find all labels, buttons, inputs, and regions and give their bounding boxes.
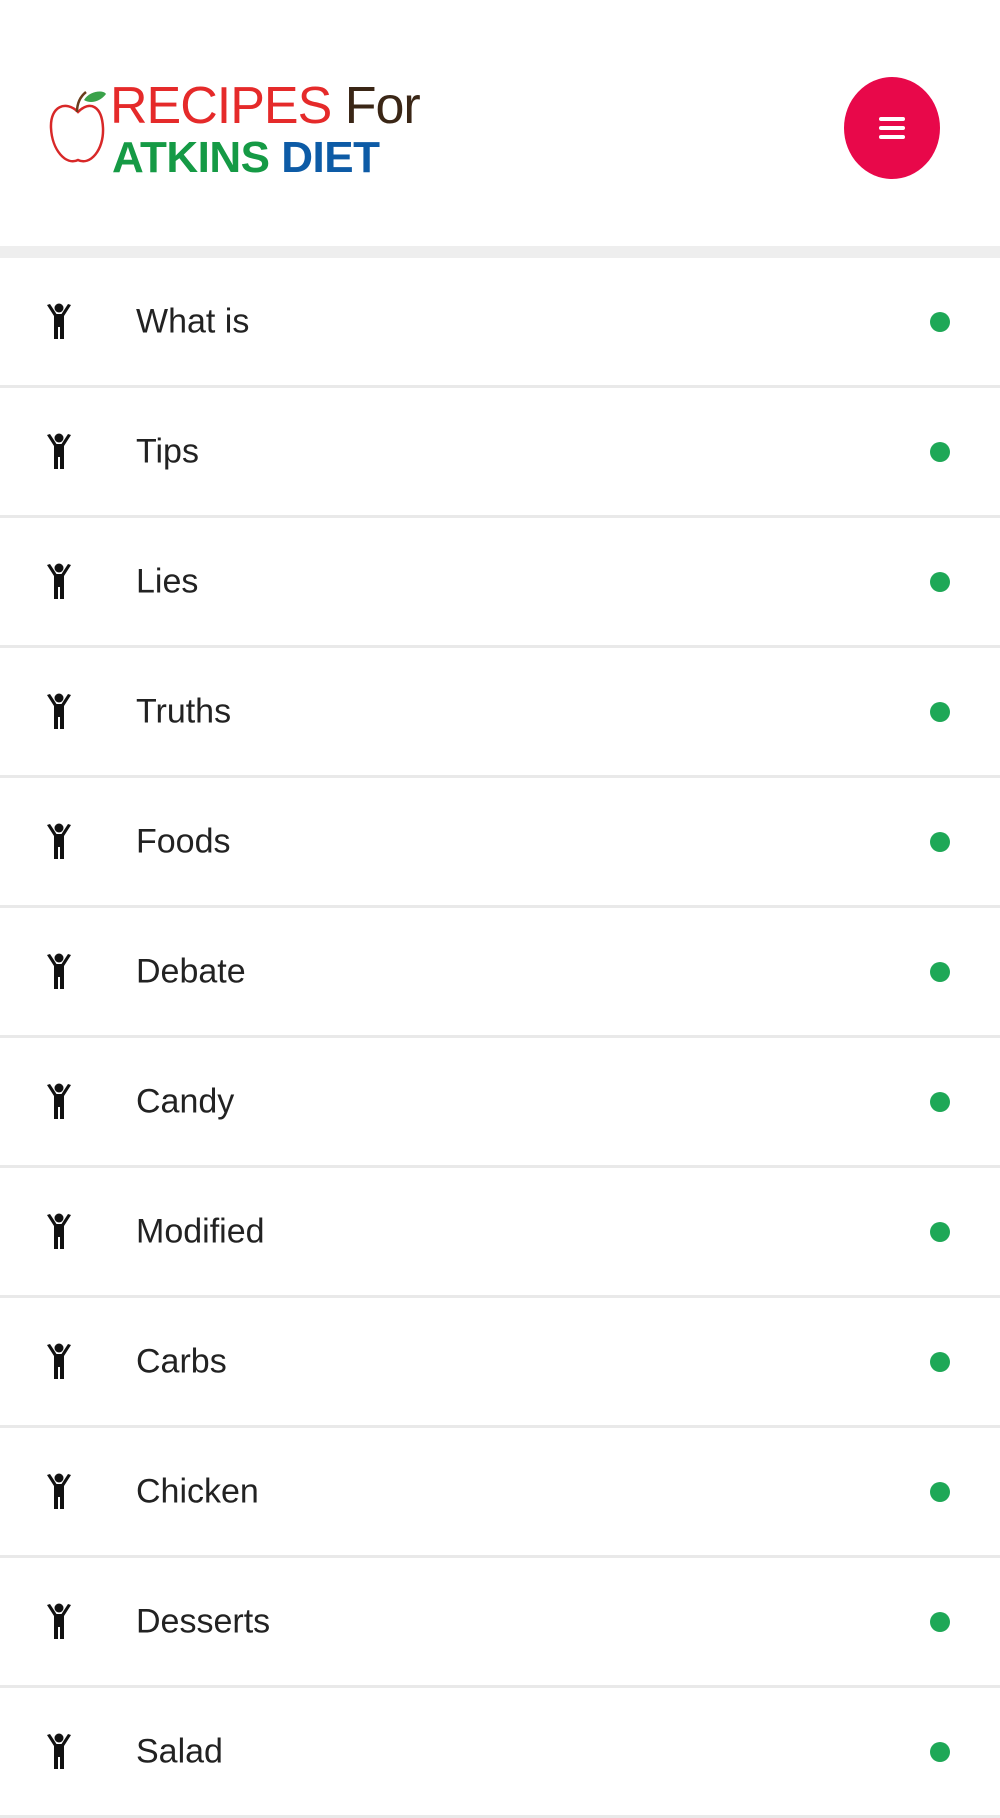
logo-word-for: For xyxy=(344,77,421,135)
nav-item[interactable]: Modified xyxy=(0,1168,1000,1298)
status-dot xyxy=(930,831,950,852)
nav-item[interactable]: Debate xyxy=(0,908,1000,1038)
nav-item-label: Salad xyxy=(136,1732,223,1770)
logo-word-recipes: RECIPES xyxy=(110,77,332,135)
nav-list: What is Tips Lies Truths Foods Debate Candy Mod… xyxy=(0,258,1000,1818)
nav-item[interactable]: Carbs xyxy=(0,1298,1000,1428)
site-logo[interactable]: RECIPES For ATKINS DIET xyxy=(48,80,421,188)
status-dot xyxy=(930,1351,950,1372)
person-icon xyxy=(44,1603,74,1641)
nav-item[interactable]: Tips xyxy=(0,388,1000,518)
nav-item-label: Modified xyxy=(136,1212,265,1250)
person-icon xyxy=(44,693,74,731)
person-icon xyxy=(44,1733,74,1771)
person-icon xyxy=(44,303,74,341)
status-dot xyxy=(930,571,950,592)
nav-item-label: Truths xyxy=(136,692,232,730)
nav-item[interactable]: Chicken xyxy=(0,1428,1000,1558)
hamburger-menu-icon xyxy=(879,112,905,144)
status-dot xyxy=(930,441,950,462)
nav-item-label: Debate xyxy=(136,952,246,990)
person-icon xyxy=(44,953,74,991)
status-dot xyxy=(930,1741,950,1762)
site-header: RECIPES For ATKINS DIET xyxy=(0,0,1000,258)
person-icon xyxy=(44,563,74,601)
status-dot xyxy=(930,1091,950,1112)
nav-item-label: Chicken xyxy=(136,1472,259,1510)
person-icon xyxy=(44,1213,74,1251)
menu-button[interactable] xyxy=(844,77,940,179)
logo-word-atkins: ATKINS xyxy=(112,133,270,182)
status-dot xyxy=(930,1221,950,1242)
status-dot xyxy=(930,311,950,332)
logo-line-1: RECIPES For xyxy=(110,77,421,135)
nav-item-label: Candy xyxy=(136,1082,235,1120)
nav-item[interactable]: Desserts xyxy=(0,1558,1000,1688)
person-icon xyxy=(44,1473,74,1511)
nav-item-label: Foods xyxy=(136,822,231,860)
logo-line-2: ATKINS DIET xyxy=(112,133,380,182)
nav-item[interactable]: Truths xyxy=(0,648,1000,778)
nav-item[interactable]: Salad xyxy=(0,1688,1000,1818)
apple-icon xyxy=(49,91,106,163)
logo-word-diet: DIET xyxy=(281,133,380,182)
nav-item[interactable]: Candy xyxy=(0,1038,1000,1168)
person-icon xyxy=(44,823,74,861)
nav-item[interactable]: Lies xyxy=(0,518,1000,648)
nav-item-label: Carbs xyxy=(136,1342,227,1380)
nav-item[interactable]: What is xyxy=(0,258,1000,388)
person-icon xyxy=(44,433,74,471)
person-icon xyxy=(44,1343,74,1381)
status-dot xyxy=(930,1481,950,1502)
nav-item-label: Tips xyxy=(136,432,199,470)
status-dot xyxy=(930,701,950,722)
status-dot xyxy=(930,961,950,982)
nav-item-label: Lies xyxy=(136,562,199,600)
nav-item-label: Desserts xyxy=(136,1602,271,1640)
person-icon xyxy=(44,1083,74,1121)
status-dot xyxy=(930,1611,950,1632)
nav-item[interactable]: Foods xyxy=(0,778,1000,908)
nav-item-label: What is xyxy=(136,302,250,340)
